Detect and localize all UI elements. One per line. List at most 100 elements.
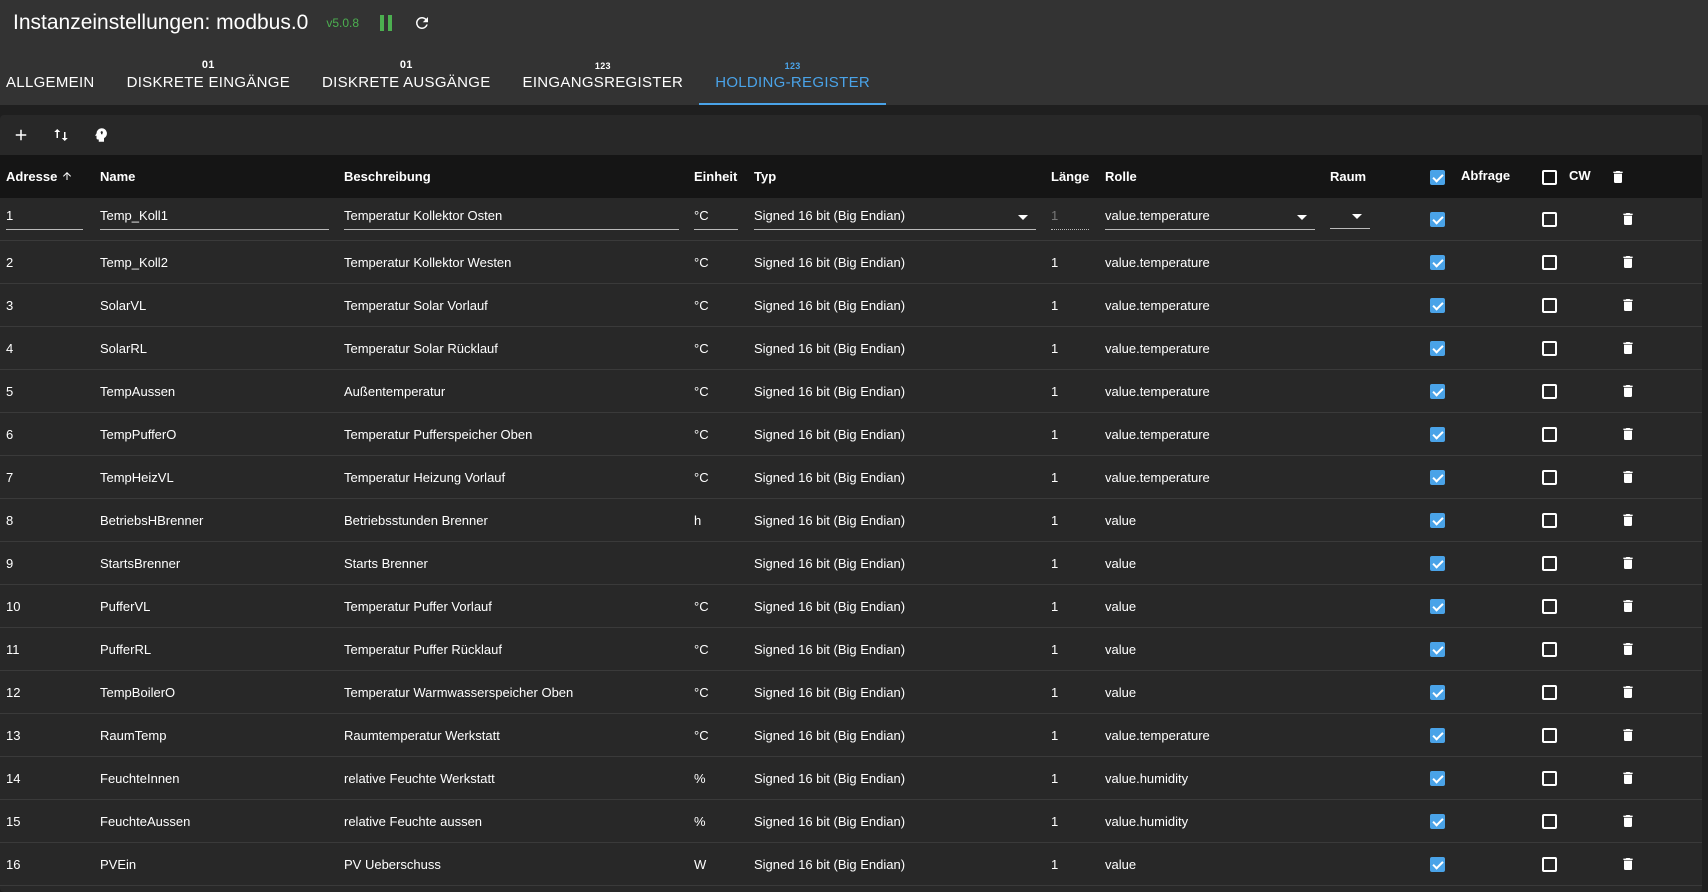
- laenge-cell[interactable]: 1: [1045, 326, 1099, 370]
- abfrage-checkbox[interactable]: [1430, 857, 1445, 873]
- cw-checkbox[interactable]: [1542, 470, 1557, 486]
- laenge-cell[interactable]: 1: [1045, 498, 1099, 542]
- beschreibung-input[interactable]: Temperatur Kollektor Osten: [344, 208, 679, 230]
- raum-cell[interactable]: [1324, 283, 1424, 327]
- einheit-cell[interactable]: °C: [688, 627, 748, 671]
- typ-cell[interactable]: Signed 16 bit (Big Endian): [748, 455, 1045, 499]
- raum-select[interactable]: [1330, 207, 1370, 229]
- einheit-cell[interactable]: °C: [688, 713, 748, 757]
- abfrage-checkbox[interactable]: [1430, 771, 1445, 787]
- einheit-cell[interactable]: °C: [688, 584, 748, 628]
- col-laenge[interactable]: Länge: [1045, 155, 1099, 198]
- reload-icon[interactable]: [413, 14, 431, 32]
- rolle-cell[interactable]: value: [1099, 541, 1324, 585]
- cw-checkbox[interactable]: [1542, 728, 1557, 744]
- beschreibung-cell[interactable]: Betriebsstunden Brenner: [338, 498, 688, 542]
- laenge-cell[interactable]: 1: [1045, 627, 1099, 671]
- tab-holding-register[interactable]: 123 HOLDING-REGISTER: [699, 46, 886, 105]
- name-cell[interactable]: StartsBrenner: [94, 541, 338, 585]
- name-cell[interactable]: PufferRL: [94, 627, 338, 671]
- name-cell[interactable]: BetriebsHBrenner: [94, 498, 338, 542]
- rolle-cell[interactable]: value: [1099, 627, 1324, 671]
- raum-cell[interactable]: [1324, 756, 1424, 800]
- trash-icon[interactable]: [1620, 210, 1636, 225]
- raum-cell[interactable]: [1324, 541, 1424, 585]
- col-name[interactable]: Name: [94, 155, 338, 198]
- cw-checkbox[interactable]: [1542, 642, 1557, 658]
- adresse-input[interactable]: 1: [6, 208, 83, 230]
- trash-icon[interactable]: [1620, 812, 1636, 827]
- rolle-cell[interactable]: value: [1099, 498, 1324, 542]
- einheit-cell[interactable]: °C: [688, 412, 748, 456]
- einheit-cell[interactable]: °C: [688, 455, 748, 499]
- name-cell[interactable]: TempBoilerO: [94, 670, 338, 714]
- cw-checkbox[interactable]: [1542, 427, 1557, 443]
- einheit-cell[interactable]: [688, 541, 748, 585]
- cw-checkbox[interactable]: [1542, 857, 1557, 873]
- laenge-cell[interactable]: 1: [1045, 670, 1099, 714]
- rolle-cell[interactable]: value.temperature: [1099, 713, 1324, 757]
- name-cell[interactable]: Temp_Koll2: [94, 240, 338, 284]
- abfrage-checkbox[interactable]: [1430, 685, 1445, 701]
- rolle-cell[interactable]: value: [1099, 670, 1324, 714]
- cw-checkbox[interactable]: [1542, 556, 1557, 572]
- sort-arrows-icon[interactable]: [52, 126, 70, 144]
- name-cell[interactable]: RaumTemp: [94, 713, 338, 757]
- laenge-cell[interactable]: 1: [1045, 369, 1099, 413]
- beschreibung-cell[interactable]: Temperatur Kollektor Westen: [338, 240, 688, 284]
- raum-cell[interactable]: [1324, 842, 1424, 886]
- typ-cell[interactable]: Signed 16 bit (Big Endian): [748, 584, 1045, 628]
- laenge-cell[interactable]: 1: [1045, 283, 1099, 327]
- trash-icon[interactable]: [1620, 726, 1636, 741]
- laenge-cell[interactable]: 1: [1045, 455, 1099, 499]
- trash-icon[interactable]: [1610, 168, 1626, 183]
- adresse-cell[interactable]: 15: [0, 799, 94, 843]
- rolle-cell[interactable]: value.temperature: [1099, 369, 1324, 413]
- einheit-cell[interactable]: h: [688, 498, 748, 542]
- abfrage-checkbox[interactable]: [1430, 513, 1445, 529]
- abfrage-checkbox[interactable]: [1430, 470, 1445, 486]
- trash-icon[interactable]: [1620, 511, 1636, 526]
- abfrage-checkbox[interactable]: [1430, 298, 1445, 314]
- cw-checkbox[interactable]: [1542, 341, 1557, 357]
- name-cell[interactable]: FeuchteAussen: [94, 799, 338, 843]
- name-cell[interactable]: TempPufferO: [94, 412, 338, 456]
- adresse-cell[interactable]: 7: [0, 455, 94, 499]
- einheit-cell[interactable]: °C: [688, 326, 748, 370]
- arrow-up-icon[interactable]: [61, 169, 73, 184]
- trash-icon[interactable]: [1620, 468, 1636, 483]
- einheit-cell[interactable]: °C: [688, 670, 748, 714]
- abfrage-checkbox[interactable]: [1430, 642, 1445, 658]
- typ-cell[interactable]: Signed 16 bit (Big Endian): [748, 799, 1045, 843]
- rolle-cell[interactable]: value.humidity: [1099, 756, 1324, 800]
- col-typ[interactable]: Typ: [748, 155, 1045, 198]
- rolle-cell[interactable]: value: [1099, 584, 1324, 628]
- tab-allgemein[interactable]: ALLGEMEIN: [6, 46, 111, 105]
- einheit-cell[interactable]: %: [688, 799, 748, 843]
- typ-cell[interactable]: Signed 16 bit (Big Endian): [748, 326, 1045, 370]
- beschreibung-cell[interactable]: Starts Brenner: [338, 541, 688, 585]
- adresse-cell[interactable]: 5: [0, 369, 94, 413]
- beschreibung-cell[interactable]: Temperatur Solar Vorlauf: [338, 283, 688, 327]
- abfrage-checkbox[interactable]: [1430, 556, 1445, 572]
- raum-cell[interactable]: [1324, 412, 1424, 456]
- cw-checkbox[interactable]: [1542, 255, 1557, 271]
- cw-checkbox[interactable]: [1542, 771, 1557, 787]
- col-raum[interactable]: Raum: [1324, 155, 1424, 198]
- cw-checkbox[interactable]: [1542, 814, 1557, 830]
- trash-icon[interactable]: [1620, 425, 1636, 440]
- typ-cell[interactable]: Signed 16 bit (Big Endian): [748, 670, 1045, 714]
- tab-diskrete-eingaenge[interactable]: 01 DISKRETE EINGÄNGE: [111, 46, 306, 105]
- typ-cell[interactable]: Signed 16 bit (Big Endian): [748, 369, 1045, 413]
- cw-checkbox[interactable]: [1542, 298, 1557, 314]
- cw-checkbox[interactable]: [1542, 212, 1557, 228]
- raum-cell[interactable]: [1324, 713, 1424, 757]
- laenge-cell[interactable]: 1: [1045, 412, 1099, 456]
- adresse-cell[interactable]: 4: [0, 326, 94, 370]
- typ-select[interactable]: Signed 16 bit (Big Endian): [754, 208, 1036, 230]
- trash-icon[interactable]: [1620, 382, 1636, 397]
- cw-checkbox[interactable]: [1542, 513, 1557, 529]
- trash-icon[interactable]: [1620, 640, 1636, 655]
- col-rolle[interactable]: Rolle: [1099, 155, 1324, 198]
- abfrage-checkbox[interactable]: [1430, 814, 1445, 830]
